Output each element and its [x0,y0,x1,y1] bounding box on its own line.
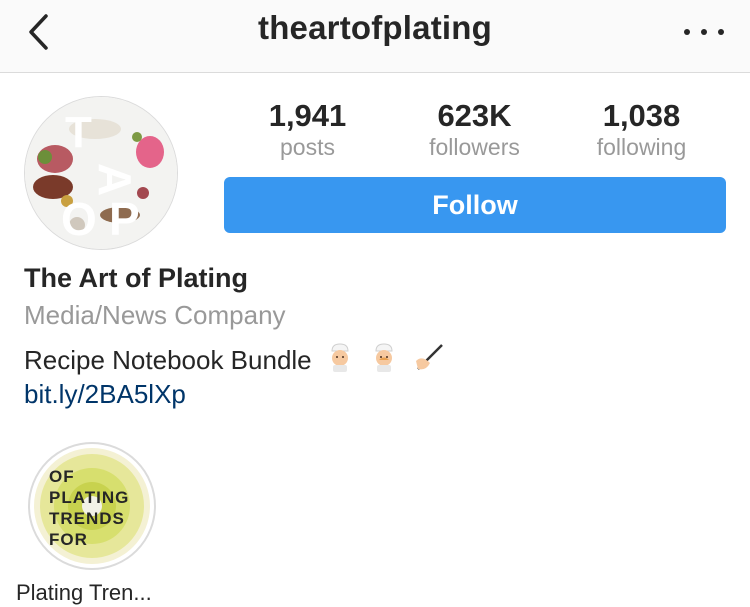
following-value: 1,038 [602,98,681,133]
posts-label: posts [280,134,335,160]
posts-count[interactable]: 1,941 posts [224,98,391,160]
highlight-label: Plating Tren... [16,580,152,605]
svg-text:T: T [65,108,92,157]
cook-emoji-icon [368,341,400,380]
profile-username: theartofplating [258,9,492,46]
following-count[interactable]: 1,038 following [558,98,725,160]
profile-stats: 1,941 posts 623K followers 1,038 followi… [224,98,725,160]
following-label: following [596,134,687,160]
avatar-image: T A O P [25,97,177,249]
more-options-button[interactable] [684,22,724,42]
more-dot-icon [718,29,724,35]
follow-button[interactable]: Follow [224,177,726,233]
profile-category: Media/News Company [24,300,286,330]
story-highlight[interactable]: OF PLATING TRENDS FOR [28,442,156,570]
writing-hand-icon [412,341,446,380]
profile-avatar[interactable]: T A O P [24,96,178,250]
profile-bio: Recipe Notebook Bundle [24,341,446,380]
profile-display-name: The Art of Plating [24,263,248,293]
followers-value: 623K [437,98,512,133]
more-dot-icon [684,29,690,35]
highlight-cover-text: OF PLATING TRENDS FOR [49,467,130,549]
cook-emoji-icon [324,341,356,380]
svg-text:O: O [61,193,97,245]
followers-label: followers [429,134,520,160]
followers-count[interactable]: 623K followers [391,98,558,160]
more-dot-icon [701,29,707,35]
svg-text:A: A [89,163,141,196]
svg-text:P: P [109,193,140,245]
profile-website-link[interactable]: bit.ly/2BA5lXp [24,379,186,410]
top-nav-bar: theartofplating [0,0,750,73]
bio-text: Recipe Notebook Bundle [24,345,312,375]
posts-value: 1,941 [268,98,347,133]
